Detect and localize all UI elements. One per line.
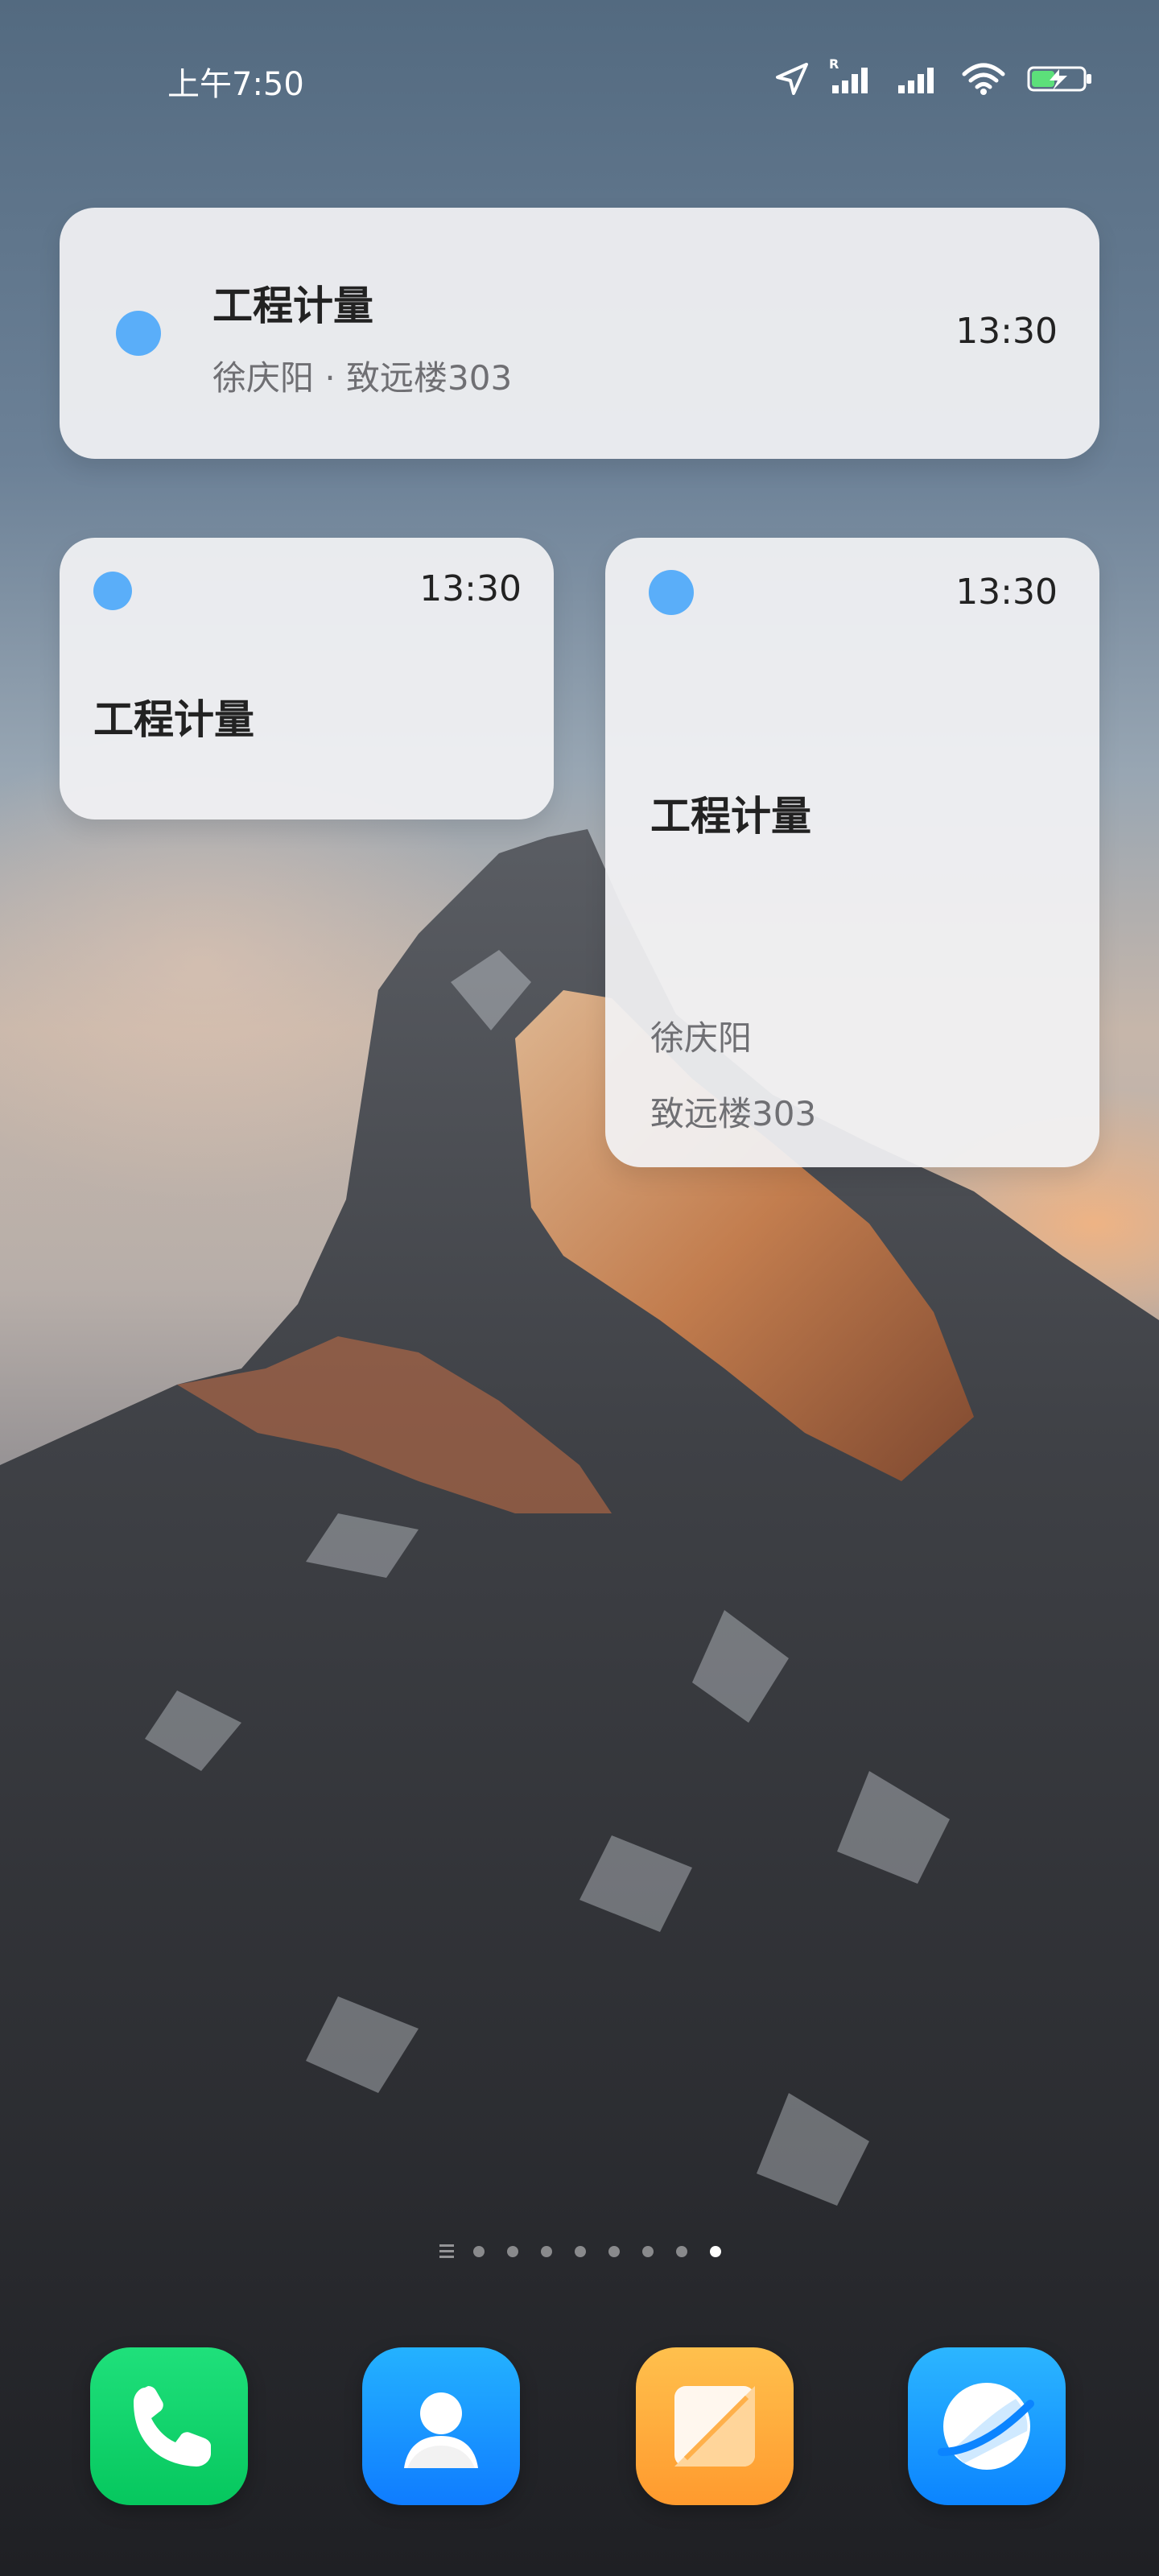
status-icons: R <box>774 56 1095 101</box>
status-dot <box>649 570 694 615</box>
status-time: 上午7:50 <box>167 66 304 103</box>
page-dot-active[interactable] <box>710 2246 721 2257</box>
course-title: 工程计量 <box>212 283 373 329</box>
signal-roaming-icon: R <box>827 56 876 97</box>
status-bar: 上午7:50 R <box>0 0 1159 153</box>
browser-app-icon[interactable] <box>908 2347 1066 2505</box>
contacts-icon <box>404 2392 478 2468</box>
battery-charging-icon <box>1025 61 1095 97</box>
notes-app-icon[interactable] <box>636 2347 794 2505</box>
phone-icon <box>134 2386 211 2467</box>
notes-icon <box>674 2386 755 2467</box>
course-time: 13:30 <box>419 568 522 609</box>
class-widget-tall[interactable]: 13:30 工程计量 徐庆阳 致远楼303 <box>605 538 1099 1167</box>
page-indicator[interactable] <box>0 2243 1159 2270</box>
page-dot[interactable] <box>575 2246 586 2257</box>
browser-icon <box>938 2383 1034 2470</box>
signal-icon <box>893 61 942 97</box>
location-icon <box>774 61 810 97</box>
status-dot <box>116 311 161 356</box>
wifi-icon <box>959 61 1008 97</box>
course-title: 工程计量 <box>93 696 254 743</box>
course-subtitle: 徐庆阳 · 致远楼303 <box>212 358 513 398</box>
course-time: 13:30 <box>955 311 1058 352</box>
roaming-marker: R <box>829 56 839 72</box>
class-widget-wide[interactable]: 工程计量 徐庆阳 · 致远楼303 13:30 <box>60 208 1099 459</box>
course-room: 致远楼303 <box>650 1094 817 1133</box>
page-dot[interactable] <box>642 2246 654 2257</box>
course-time: 13:30 <box>955 572 1058 613</box>
course-teacher: 徐庆阳 <box>650 1018 753 1058</box>
page-dot[interactable] <box>473 2246 485 2257</box>
contacts-app-icon[interactable] <box>362 2347 520 2505</box>
page-dot[interactable] <box>608 2246 620 2257</box>
class-widget-small[interactable]: 13:30 工程计量 <box>60 538 554 819</box>
page-menu-icon[interactable] <box>439 2243 454 2259</box>
page-dot[interactable] <box>676 2246 687 2257</box>
page-dot[interactable] <box>507 2246 518 2257</box>
page-dot[interactable] <box>541 2246 552 2257</box>
course-title: 工程计量 <box>650 793 811 840</box>
status-dot <box>93 572 132 610</box>
phone-app-icon[interactable] <box>90 2347 248 2505</box>
